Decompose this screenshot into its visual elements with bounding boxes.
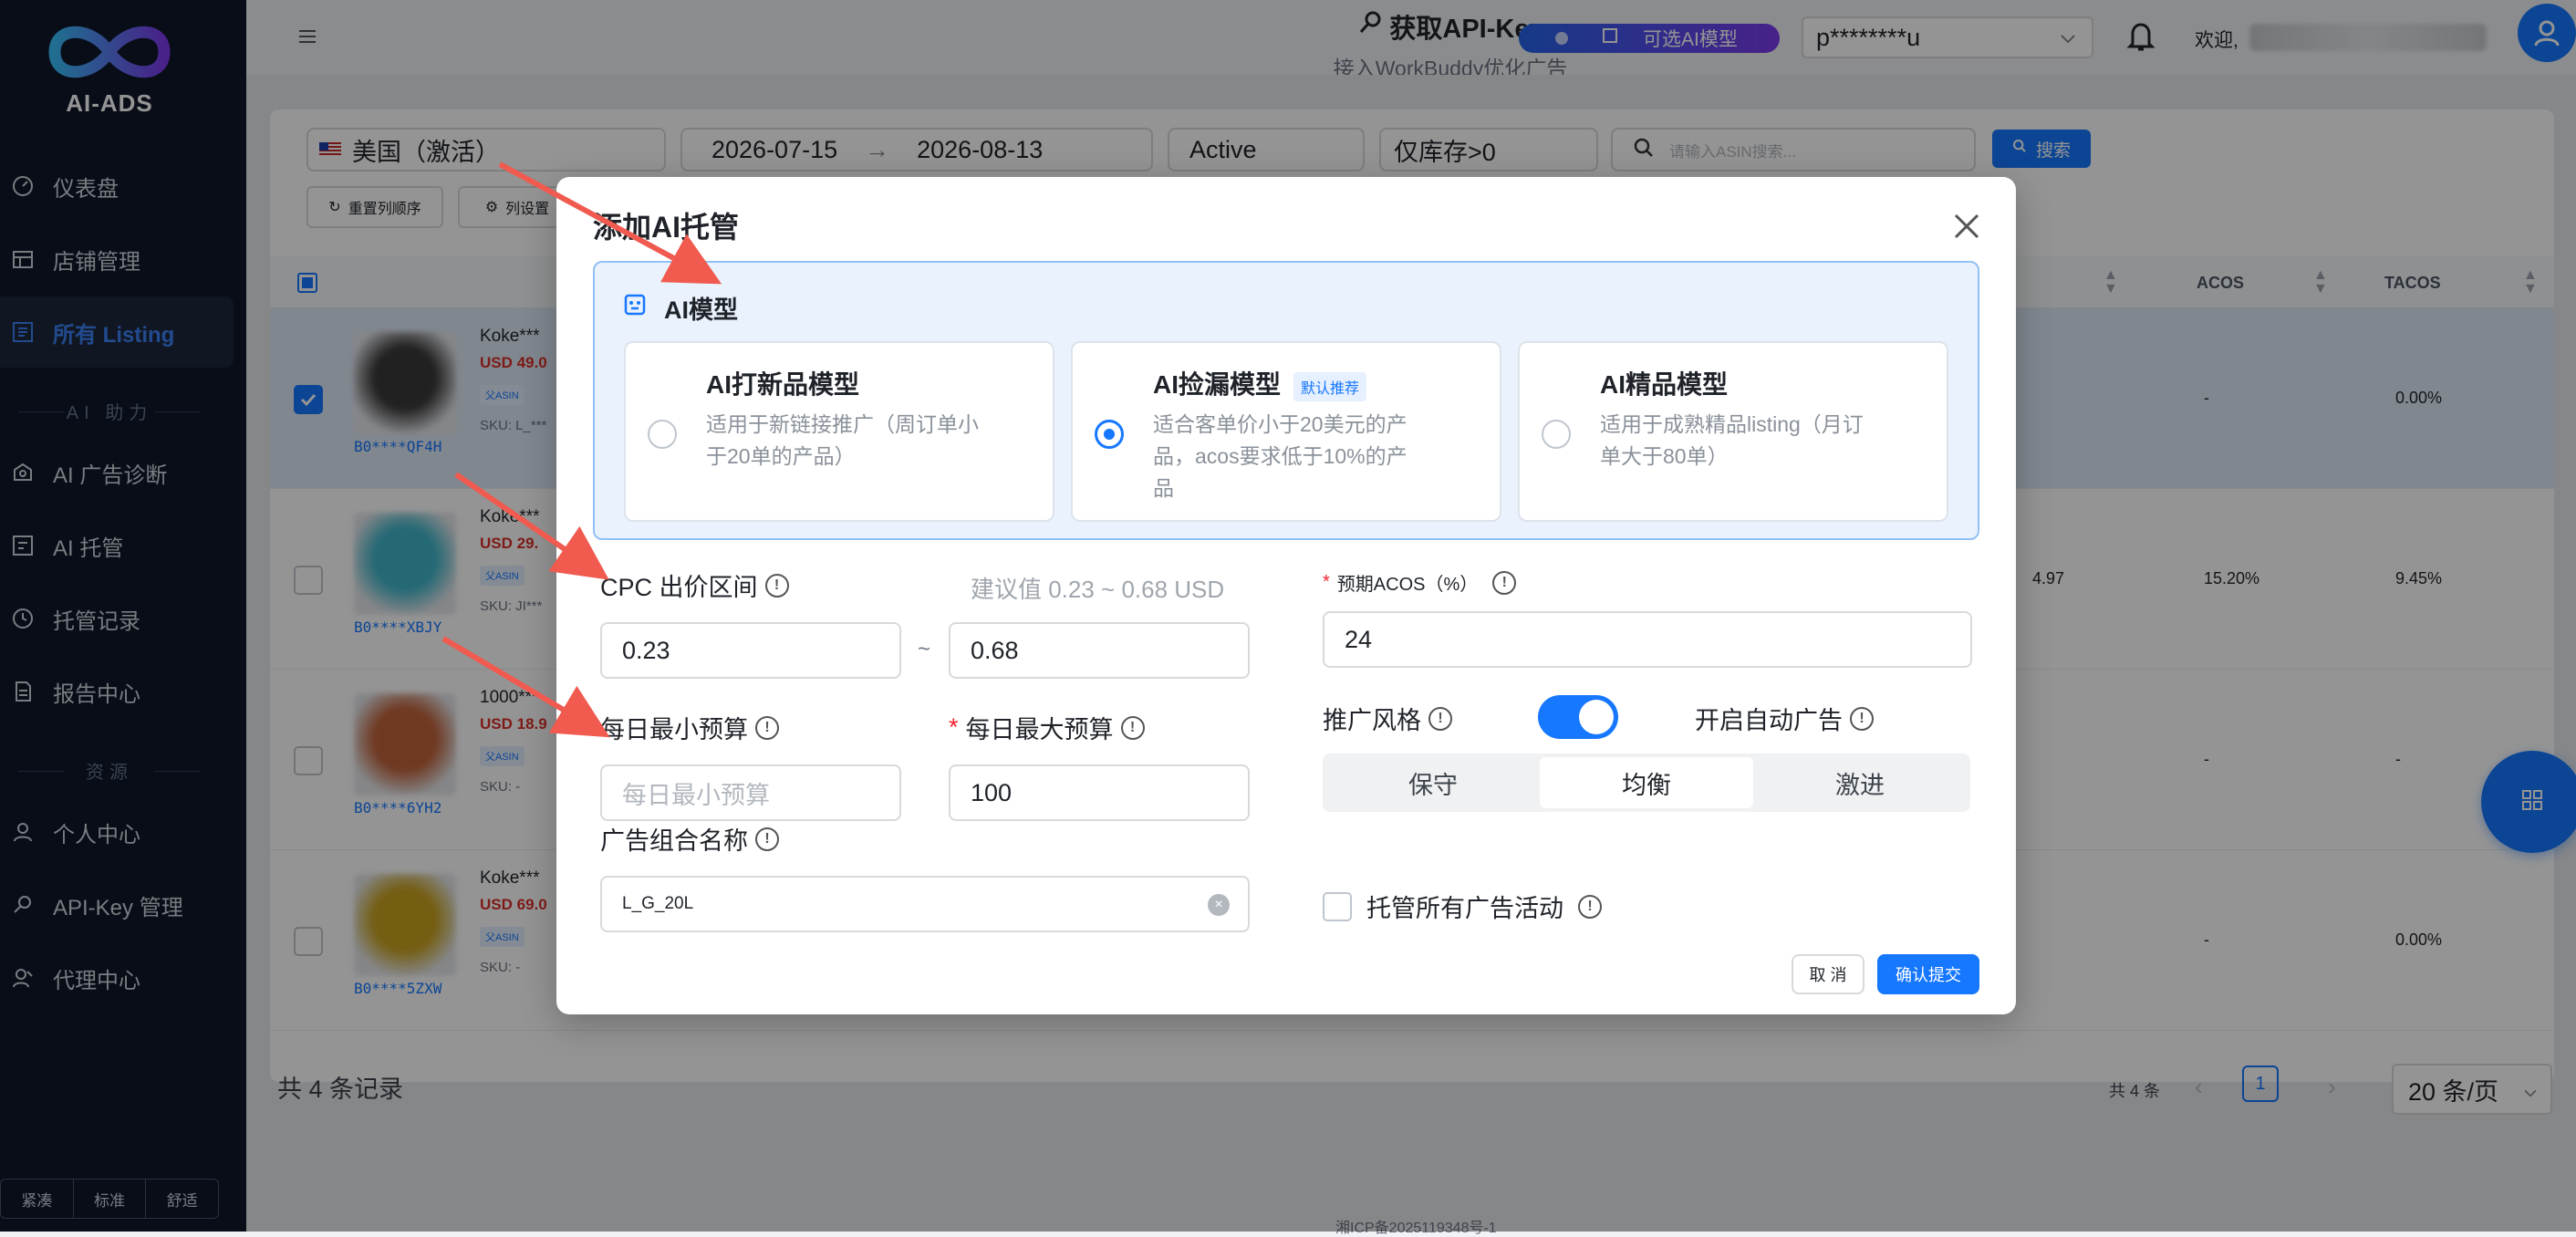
- manage-all-checkbox[interactable]: [1323, 892, 1352, 921]
- adgroup-input[interactable]: L_G_20L ×: [600, 876, 1250, 932]
- info-icon[interactable]: !: [1578, 894, 1602, 919]
- cpc-max-input[interactable]: 0.68: [949, 622, 1250, 679]
- model-title: AI精品模型: [1600, 370, 1729, 399]
- close-icon[interactable]: [1950, 210, 1983, 243]
- auto-ad-toggle[interactable]: [1538, 695, 1618, 739]
- promo-style-label-text: 推广风格: [1323, 707, 1421, 734]
- modal-title: 添加AI托管: [593, 211, 740, 244]
- info-icon[interactable]: !: [1492, 570, 1517, 595]
- clear-icon[interactable]: ×: [1208, 894, 1230, 916]
- acos-label: * 预期ACOS（%）!: [1323, 569, 1517, 596]
- model-desc: 适用于新链接推广（周订单小于20单的产品）: [706, 412, 979, 468]
- min-budget-label-text: 每日最小预算: [600, 716, 748, 743]
- model-card-bargain[interactable]: AI捡漏模型 默认推荐 适合客单价小于20美元的产品，acos要求低于10%的产品: [1071, 341, 1501, 522]
- info-icon[interactable]: !: [755, 826, 779, 851]
- style-option-balanced[interactable]: 均衡: [1540, 757, 1753, 808]
- min-budget-input[interactable]: 每日最小预算: [600, 764, 901, 821]
- auto-ad-label-text: 开启自动广告: [1695, 707, 1843, 734]
- model-radio-new-product[interactable]: [648, 420, 677, 449]
- add-ai-managed-modal: 添加AI托管 AI模型 AI打新品模型 适用于新链接推广（周订单小于20单的产品…: [556, 177, 2016, 1014]
- cpc-label-text: CPC 出价区间: [600, 574, 758, 601]
- cpc-label: CPC 出价区间!: [600, 567, 789, 603]
- default-recommend-badge: 默认推荐: [1293, 371, 1367, 401]
- auto-ad-label: 开启自动广告!: [1695, 701, 1874, 736]
- model-title: AI打新品模型: [706, 370, 860, 399]
- cpc-separator: ~: [918, 637, 931, 661]
- manage-all-label: 托管所有广告活动!: [1366, 889, 1602, 924]
- required-mark: *: [949, 713, 959, 741]
- max-budget-input[interactable]: 100: [949, 764, 1250, 821]
- cpc-min-input[interactable]: 0.23: [600, 622, 901, 679]
- acos-input[interactable]: 24: [1323, 611, 1972, 668]
- manage-all-label-text: 托管所有广告活动: [1366, 895, 1563, 922]
- model-card-new-product[interactable]: AI打新品模型 适用于新链接推广（周订单小于20单的产品）: [624, 341, 1054, 522]
- info-icon[interactable]: !: [755, 715, 779, 740]
- model-radio-bargain[interactable]: [1095, 420, 1124, 449]
- cpc-hint: 建议值 0.23 ~ 0.68 USD: [971, 576, 1225, 603]
- model-card-premium[interactable]: AI精品模型 适用于成熟精品listing（月订单大于80单）: [1518, 341, 1948, 522]
- style-option-aggressive[interactable]: 激进: [1753, 757, 1967, 808]
- cancel-button[interactable]: 取 消: [1792, 954, 1864, 994]
- info-icon[interactable]: !: [1850, 706, 1874, 731]
- ai-robot-icon: [622, 292, 648, 322]
- acos-label-text: 预期ACOS（%）: [1336, 575, 1479, 595]
- ai-model-section-title: AI模型: [664, 296, 738, 324]
- model-radio-premium[interactable]: [1542, 420, 1571, 449]
- required-mark: *: [1323, 572, 1330, 592]
- info-icon[interactable]: !: [764, 573, 789, 598]
- max-budget-label-text: 每日最大预算: [965, 716, 1114, 743]
- model-title: AI捡漏模型 默认推荐: [1153, 365, 1367, 401]
- model-desc: 适合客单价小于20美元的产品，acos要求低于10%的产品: [1153, 412, 1407, 500]
- promo-style-segmented[interactable]: 保守 均衡 激进: [1323, 754, 1970, 812]
- adgroup-label: 广告组合名称!: [600, 821, 779, 857]
- model-desc: 适用于成熟精品listing（月订单大于80单）: [1600, 412, 1864, 468]
- adgroup-value: L_G_20L: [622, 894, 694, 913]
- max-budget-label: * 每日最大预算!: [949, 710, 1145, 745]
- model-title-text: AI捡漏模型: [1153, 370, 1282, 399]
- promo-style-label: 推广风格!: [1323, 701, 1452, 736]
- adgroup-label-text: 广告组合名称: [600, 827, 748, 855]
- info-icon[interactable]: !: [1428, 706, 1452, 731]
- info-icon[interactable]: !: [1120, 715, 1145, 740]
- min-budget-label: 每日最小预算!: [600, 710, 779, 745]
- submit-button[interactable]: 确认提交: [1877, 954, 1979, 994]
- style-option-conservative[interactable]: 保守: [1326, 757, 1540, 808]
